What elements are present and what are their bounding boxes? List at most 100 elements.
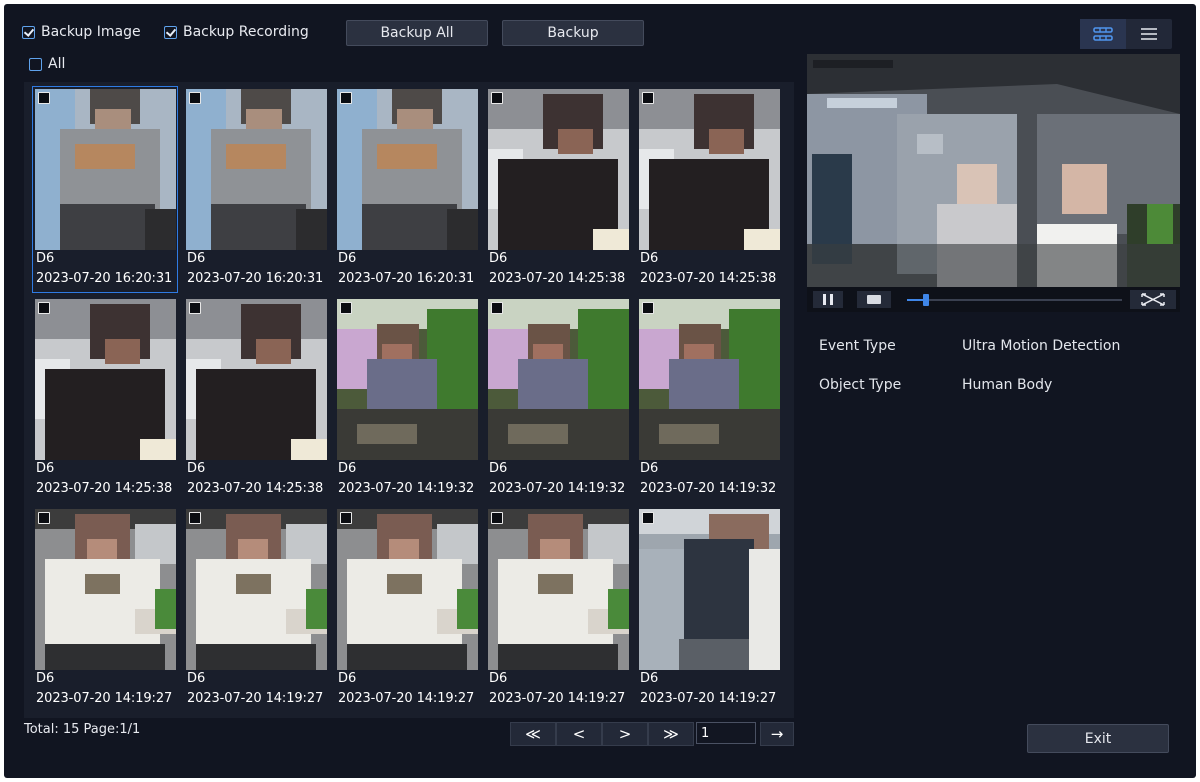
item-checkbox[interactable] bbox=[189, 302, 201, 314]
view-mode-toggle bbox=[1080, 19, 1172, 49]
snapshot-thumbnail[interactable] bbox=[639, 89, 780, 250]
snapshot-thumbnail[interactable] bbox=[337, 89, 478, 250]
item-checkbox[interactable] bbox=[189, 92, 201, 104]
timestamp-label: 2023-07-20 14:19:32 bbox=[338, 481, 475, 496]
channel-label: D6 bbox=[338, 461, 357, 476]
backup-image-checkbox[interactable]: Backup Image bbox=[22, 24, 141, 40]
result-item[interactable]: D6 2023-07-20 14:19:27 bbox=[334, 506, 480, 713]
result-item[interactable]: D6 2023-07-20 14:25:38 bbox=[485, 86, 631, 293]
select-all-checkbox[interactable]: All bbox=[29, 56, 65, 72]
thumbnail-image bbox=[35, 509, 176, 670]
go-page-button[interactable]: → bbox=[760, 722, 794, 746]
result-item[interactable]: D6 2023-07-20 16:20:31 bbox=[183, 86, 329, 293]
backup-button[interactable]: Backup bbox=[502, 20, 644, 46]
pause-button[interactable] bbox=[813, 291, 843, 308]
item-checkbox[interactable] bbox=[38, 512, 50, 524]
item-checkbox[interactable] bbox=[642, 512, 654, 524]
item-checkbox[interactable] bbox=[340, 92, 352, 104]
fullscreen-button[interactable] bbox=[1130, 290, 1176, 309]
timestamp-label: 2023-07-20 14:19:32 bbox=[640, 481, 777, 496]
snapshot-thumbnail[interactable] bbox=[488, 509, 629, 670]
timestamp-label: 2023-07-20 14:19:32 bbox=[489, 481, 626, 496]
result-item[interactable]: D6 2023-07-20 14:25:38 bbox=[32, 296, 178, 503]
results-grid: D6 2023-07-20 16:20:31 D6 2023-07-20 16:… bbox=[24, 82, 794, 718]
snapshot-thumbnail[interactable] bbox=[186, 509, 327, 670]
item-checkbox[interactable] bbox=[38, 302, 50, 314]
result-item[interactable]: D6 2023-07-20 16:20:31 bbox=[32, 86, 178, 293]
event-type-label: Event Type bbox=[819, 338, 896, 354]
exit-button[interactable]: Exit bbox=[1027, 724, 1169, 753]
item-checkbox[interactable] bbox=[491, 512, 503, 524]
thumbnail-image bbox=[35, 299, 176, 460]
page-number-input[interactable] bbox=[696, 722, 756, 744]
list-view-button[interactable] bbox=[1126, 19, 1172, 49]
timestamp-label: 2023-07-20 14:19:27 bbox=[187, 691, 324, 706]
total-page-info: Total: 15 Page:1/1 bbox=[24, 722, 141, 737]
first-page-button[interactable]: ≪ bbox=[510, 722, 556, 746]
timestamp-label: 2023-07-20 16:20:31 bbox=[338, 271, 475, 286]
select-all-label: All bbox=[48, 56, 66, 72]
pause-icon bbox=[823, 294, 833, 305]
snapshot-thumbnail[interactable] bbox=[488, 89, 629, 250]
result-item[interactable]: D6 2023-07-20 14:19:27 bbox=[183, 506, 329, 713]
thumbnail-image bbox=[639, 89, 780, 250]
snapshot-thumbnail[interactable] bbox=[337, 509, 478, 670]
checkbox-checked-icon bbox=[164, 25, 177, 39]
result-item[interactable]: D6 2023-07-20 14:19:32 bbox=[334, 296, 480, 503]
timestamp-label: 2023-07-20 16:20:31 bbox=[187, 271, 324, 286]
snapshot-thumbnail[interactable] bbox=[35, 89, 176, 250]
result-item[interactable]: D6 2023-07-20 14:19:27 bbox=[32, 506, 178, 713]
timestamp-label: 2023-07-20 14:19:27 bbox=[36, 691, 173, 706]
snapshot-thumbnail[interactable] bbox=[639, 299, 780, 460]
item-checkbox[interactable] bbox=[189, 512, 201, 524]
snapshot-thumbnail[interactable] bbox=[186, 89, 327, 250]
result-item[interactable]: D6 2023-07-20 14:19:27 bbox=[636, 506, 782, 713]
snapshot-thumbnail[interactable] bbox=[337, 299, 478, 460]
thumbnail-image bbox=[186, 509, 327, 670]
item-checkbox[interactable] bbox=[491, 92, 503, 104]
grid-view-button[interactable] bbox=[1080, 19, 1126, 49]
result-item[interactable]: D6 2023-07-20 14:19:27 bbox=[485, 506, 631, 713]
snapshot-thumbnail[interactable] bbox=[488, 299, 629, 460]
timestamp-label: 2023-07-20 14:19:27 bbox=[489, 691, 626, 706]
next-page-button[interactable]: > bbox=[602, 722, 648, 746]
last-page-button[interactable]: ≫ bbox=[648, 722, 694, 746]
thumbnail-image bbox=[337, 509, 478, 670]
item-checkbox[interactable] bbox=[340, 302, 352, 314]
timestamp-label: 2023-07-20 14:19:27 bbox=[640, 691, 777, 706]
snapshot-thumbnail[interactable] bbox=[639, 509, 780, 670]
list-view-icon bbox=[1141, 28, 1157, 40]
result-item[interactable]: D6 2023-07-20 14:25:38 bbox=[183, 296, 329, 503]
thumbnail-image bbox=[488, 299, 629, 460]
channel-label: D6 bbox=[640, 671, 659, 686]
item-checkbox[interactable] bbox=[642, 302, 654, 314]
snapshot-thumbnail[interactable] bbox=[35, 509, 176, 670]
item-checkbox[interactable] bbox=[340, 512, 352, 524]
playback-progress-track[interactable] bbox=[907, 294, 1122, 306]
playback-progress-handle[interactable] bbox=[923, 294, 930, 306]
item-checkbox[interactable] bbox=[491, 302, 503, 314]
channel-label: D6 bbox=[338, 251, 357, 266]
snapshot-thumbnail[interactable] bbox=[35, 299, 176, 460]
thumbnail-image bbox=[337, 89, 478, 250]
channel-label: D6 bbox=[187, 251, 206, 266]
item-checkbox[interactable] bbox=[38, 92, 50, 104]
result-item[interactable]: D6 2023-07-20 14:19:32 bbox=[636, 296, 782, 503]
stop-button[interactable] bbox=[857, 291, 891, 308]
backup-recording-checkbox[interactable]: Backup Recording bbox=[164, 24, 309, 40]
result-item[interactable]: D6 2023-07-20 14:19:32 bbox=[485, 296, 631, 503]
result-item[interactable]: D6 2023-07-20 16:20:31 bbox=[334, 86, 480, 293]
snapshot-thumbnail[interactable] bbox=[186, 299, 327, 460]
channel-label: D6 bbox=[36, 461, 55, 476]
preview-frame-image bbox=[807, 54, 1180, 287]
thumbnail-image bbox=[639, 299, 780, 460]
channel-label: D6 bbox=[187, 461, 206, 476]
video-preview[interactable] bbox=[807, 54, 1180, 287]
object-type-value: Human Body bbox=[962, 377, 1053, 393]
result-item[interactable]: D6 2023-07-20 14:25:38 bbox=[636, 86, 782, 293]
prev-page-button[interactable]: < bbox=[556, 722, 602, 746]
backup-all-button[interactable]: Backup All bbox=[346, 20, 488, 46]
thumbnail-image bbox=[337, 299, 478, 460]
item-checkbox[interactable] bbox=[642, 92, 654, 104]
timestamp-label: 2023-07-20 16:20:31 bbox=[36, 271, 173, 286]
